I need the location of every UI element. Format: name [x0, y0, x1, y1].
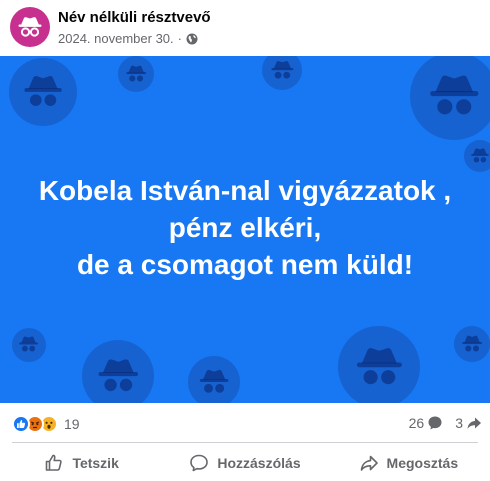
- like-icon: [12, 415, 30, 433]
- post-image[interactable]: Kobela István-nal vigyázzatok , pénz elk…: [0, 56, 490, 403]
- incognito-watermark-icon: [338, 326, 420, 403]
- meta-separator: ·: [177, 31, 182, 46]
- post-text-line: de a csomagot nem küld!: [76, 249, 414, 280]
- divider: [12, 442, 478, 443]
- comment-count: 26: [408, 415, 425, 431]
- incognito-watermark-icon: [12, 328, 46, 362]
- incognito-watermark-icon: [464, 140, 490, 172]
- post-text-line: pénz elkéri,: [168, 212, 322, 243]
- post-date[interactable]: 2024. november 30.: [58, 31, 174, 46]
- incognito-watermark-icon: [410, 56, 490, 140]
- comment-icon: [190, 454, 209, 471]
- share-count-link[interactable]: 3: [455, 415, 482, 431]
- post-actions: Tetszik Hozzászólás Megosztás: [0, 444, 490, 481]
- globe-icon: [186, 33, 198, 45]
- share-button-label: Megosztás: [386, 454, 459, 471]
- incognito-watermark-icon: [9, 58, 77, 126]
- incognito-watermark-icon: [188, 356, 240, 403]
- post-meta: 2024. november 30. ·: [58, 31, 198, 46]
- incognito-watermark-icon: [262, 56, 302, 90]
- share-button[interactable]: Megosztás: [327, 444, 490, 481]
- engagement-counts: 26 3: [409, 415, 482, 431]
- reaction-count: 19: [64, 416, 80, 432]
- post-text: Kobela István-nal vigyázzatok , pénz elk…: [0, 172, 490, 283]
- post-text-line: Kobela István-nal vigyázzatok ,: [38, 175, 452, 206]
- avatar[interactable]: [10, 7, 50, 47]
- incognito-watermark-icon: [82, 340, 154, 403]
- reactions-summary[interactable]: 19: [12, 415, 80, 433]
- like-button-label: Tetszik: [72, 454, 119, 471]
- share-count: 3: [455, 415, 463, 431]
- share-arrow-icon: [467, 417, 481, 429]
- author-name[interactable]: Név nélküli résztvevő: [58, 9, 211, 26]
- like-button[interactable]: Tetszik: [0, 444, 163, 481]
- comment-button[interactable]: Hozzászólás: [163, 444, 326, 481]
- comment-bubble-icon: [428, 416, 442, 430]
- incognito-watermark-icon: [454, 326, 490, 362]
- post-stats: 19 26 3: [0, 403, 490, 443]
- share-icon: [360, 455, 378, 471]
- thumbs-up-icon: [46, 454, 63, 471]
- comment-button-label: Hozzászólás: [217, 454, 301, 471]
- incognito-watermark-icon: [118, 56, 154, 92]
- anonymous-incognito-icon: [18, 17, 42, 37]
- post-header: Név nélküli résztvevő 2024. november 30.…: [0, 0, 490, 56]
- comment-count-link[interactable]: 26: [409, 415, 444, 431]
